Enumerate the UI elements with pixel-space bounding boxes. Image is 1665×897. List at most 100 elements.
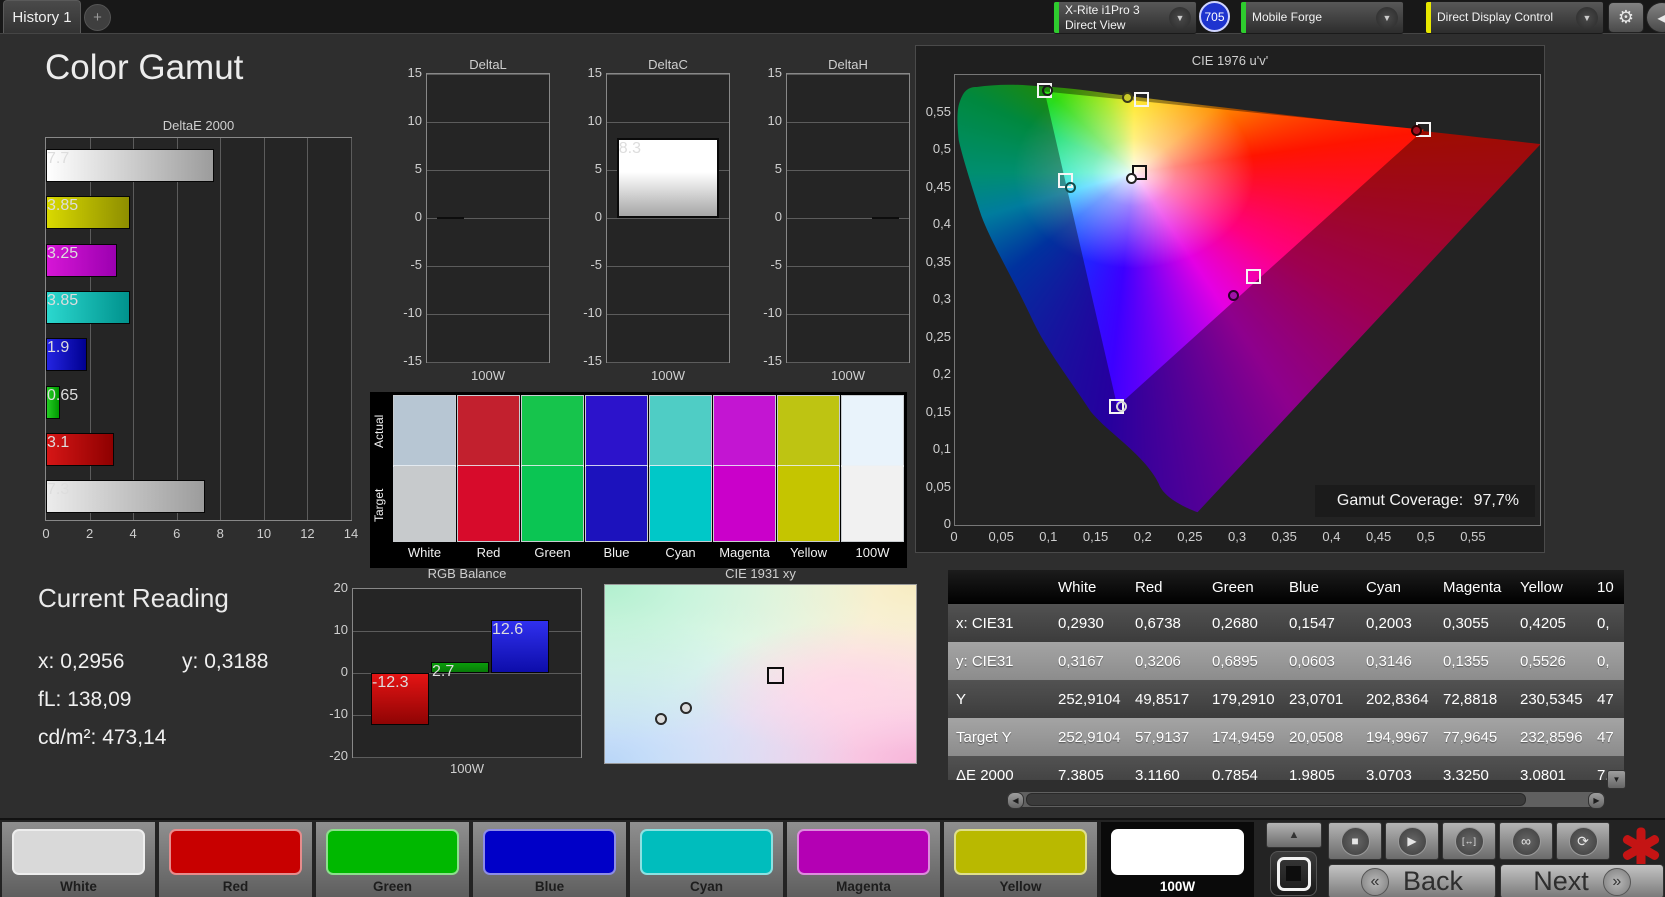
swatch-label: Green bbox=[534, 545, 571, 560]
table-cell: 232,8596 bbox=[1512, 718, 1589, 756]
table-scroll-down-button[interactable]: ▼ bbox=[1607, 770, 1626, 789]
y-tick-label: 15 bbox=[407, 65, 422, 80]
swatch-target-white bbox=[393, 465, 456, 542]
pattern-button-white[interactable]: White bbox=[2, 822, 155, 897]
pattern-window-button[interactable] bbox=[1270, 851, 1317, 896]
swatch-actual-yellow bbox=[777, 395, 840, 467]
rgb-balance-x-label: 100W bbox=[450, 761, 484, 776]
pattern-button-yellow[interactable]: Yellow bbox=[944, 822, 1097, 897]
pattern-button-green[interactable]: Green bbox=[316, 822, 469, 897]
deltaH-title: DeltaH bbox=[828, 57, 868, 72]
y-tick-label: 10 bbox=[587, 113, 602, 128]
table-header-cell: White bbox=[1050, 570, 1127, 604]
table-row-label: Y bbox=[948, 680, 1050, 718]
swatch-actual-blue bbox=[585, 395, 648, 467]
next-chevrons-icon: » bbox=[1602, 867, 1631, 896]
gridline bbox=[607, 74, 729, 75]
gridline bbox=[607, 314, 729, 315]
back-button[interactable]: « Back bbox=[1328, 864, 1496, 897]
meter-badge[interactable]: 705 bbox=[1199, 1, 1230, 32]
meter-dropdown[interactable]: X-Rite i1Pro 3 Direct View ▼ bbox=[1053, 1, 1197, 34]
table-header-cell: Red bbox=[1127, 570, 1204, 604]
table-cell: 1,9805 bbox=[1281, 756, 1358, 780]
pattern-window-up-button[interactable]: ▲ bbox=[1266, 822, 1322, 848]
table-hscrollbar[interactable]: ◀ ▶ bbox=[1007, 792, 1605, 809]
table-cell: 0,3167 bbox=[1050, 642, 1127, 680]
display-dropdown-label: Direct Display Control bbox=[1437, 10, 1554, 24]
display-control-dropdown[interactable]: Direct Display Control ▼ bbox=[1425, 1, 1604, 34]
gridline bbox=[353, 757, 581, 758]
pattern-button-blue[interactable]: Blue bbox=[473, 822, 626, 897]
table-row: Y 252,9104 49,8517 179,2910 23,0701 202,8364 7… bbox=[948, 680, 1624, 718]
table-scroll-right-button[interactable]: ▶ bbox=[1588, 792, 1605, 809]
x-tick-label: 12 bbox=[300, 526, 315, 541]
gridline bbox=[427, 122, 549, 123]
x-tick-label: 0,35 bbox=[1271, 529, 1297, 544]
gridline bbox=[787, 122, 909, 123]
table-header-row: White Red Green Blue Cyan Magenta Yellow 10 bbox=[948, 570, 1624, 604]
y-tick-label: 0,1 bbox=[932, 441, 951, 456]
y-tick-label: 0 bbox=[774, 209, 782, 224]
pattern-button-label: Green bbox=[372, 879, 413, 894]
y-tick-label: 5 bbox=[594, 161, 602, 176]
pattern-button-label: Red bbox=[222, 879, 249, 894]
table-hscrollbar-thumb[interactable] bbox=[1026, 793, 1526, 806]
pattern-button-label: Cyan bbox=[689, 879, 723, 894]
source-dropdown[interactable]: Mobile Forge ▼ bbox=[1240, 1, 1404, 34]
deltae-bar-red: 3.1 bbox=[46, 432, 114, 466]
loop-button[interactable]: ⟳ bbox=[1556, 822, 1610, 860]
y-tick-label: 5 bbox=[414, 161, 422, 176]
tab-history-1[interactable]: History 1 bbox=[3, 0, 81, 33]
x-tick-label: 0,2 bbox=[1133, 529, 1152, 544]
x-tick-label: 0,05 bbox=[988, 529, 1014, 544]
swatch-target-yellow bbox=[777, 465, 840, 542]
pattern-button-magenta[interactable]: Magenta bbox=[787, 822, 940, 897]
continuous-icon: ∞ bbox=[1511, 826, 1541, 856]
table-cell: 3,0801 bbox=[1512, 756, 1589, 780]
table-row-label: Target Y bbox=[948, 718, 1050, 756]
cie1931-actual-circle bbox=[679, 702, 692, 715]
gridline bbox=[176, 138, 178, 520]
table-cell: 47 bbox=[1589, 718, 1624, 756]
chevron-down-icon: ▼ bbox=[1576, 6, 1598, 29]
pattern-button-label: Blue bbox=[534, 879, 565, 894]
deltaC-x-label: 100W bbox=[651, 368, 685, 383]
y-tick-label: 15 bbox=[587, 65, 602, 80]
gamut-coverage-label: Gamut Coverage: bbox=[1336, 492, 1464, 509]
gridline bbox=[787, 266, 909, 267]
target-marker-yellow bbox=[1133, 91, 1149, 107]
cie1931-actual-circle bbox=[654, 713, 667, 726]
gear-icon[interactable]: ⚙ bbox=[1608, 2, 1644, 33]
pattern-button-100w[interactable]: 100W bbox=[1101, 822, 1254, 897]
series-icon: [↔] bbox=[1454, 826, 1484, 856]
play-button[interactable]: ▶ bbox=[1385, 822, 1439, 860]
deltaL-title: DeltaL bbox=[469, 57, 507, 72]
table-scroll-left-button[interactable]: ◀ bbox=[1007, 792, 1024, 809]
cie1976-panel: CIE 1976 u'v' Gamut Coverage: 97,7% 0,55… bbox=[915, 45, 1545, 553]
back-chevrons-icon: « bbox=[1360, 867, 1389, 896]
table-row: y: CIE31 0,3167 0,3206 0,6895 0,0603 0,3146 0,… bbox=[948, 642, 1624, 680]
pattern-button-red[interactable]: Red bbox=[159, 822, 312, 897]
pattern-button-cyan[interactable]: Cyan bbox=[630, 822, 783, 897]
deltae-bar-magenta: 3.25 bbox=[46, 243, 117, 277]
stop-button[interactable]: ■ bbox=[1328, 822, 1382, 860]
table-cell: 179,2910 bbox=[1204, 680, 1281, 718]
table-cell: 49,8517 bbox=[1127, 680, 1204, 718]
collapse-panel-icon[interactable]: ◀ bbox=[1646, 2, 1665, 33]
pattern-color-patch bbox=[1111, 829, 1244, 875]
series-button[interactable]: [↔] bbox=[1442, 822, 1496, 860]
y-tick-label: -15 bbox=[763, 353, 782, 368]
pattern-color-patch bbox=[12, 829, 145, 875]
actual-marker-yellow bbox=[1121, 91, 1133, 103]
target-marker-magenta bbox=[1246, 268, 1262, 284]
table-row: ΔE 2000 7,3805 3,1160 0,7854 1,9805 3,0703 3,3… bbox=[948, 756, 1624, 780]
swatch-label: Red bbox=[476, 545, 501, 560]
next-button[interactable]: Next » bbox=[1500, 864, 1664, 897]
table-cell: 0,1547 bbox=[1281, 604, 1358, 642]
table-header-cell: Green bbox=[1204, 570, 1281, 604]
x-tick-label: 14 bbox=[343, 526, 359, 541]
continuous-button[interactable]: ∞ bbox=[1499, 822, 1553, 860]
add-tab-button[interactable]: + bbox=[84, 4, 111, 31]
table-cell: 0,3206 bbox=[1127, 642, 1204, 680]
actual-target-swatch-panel: Actual Target White Red Green Blue Cyan Magenta… bbox=[370, 392, 907, 568]
